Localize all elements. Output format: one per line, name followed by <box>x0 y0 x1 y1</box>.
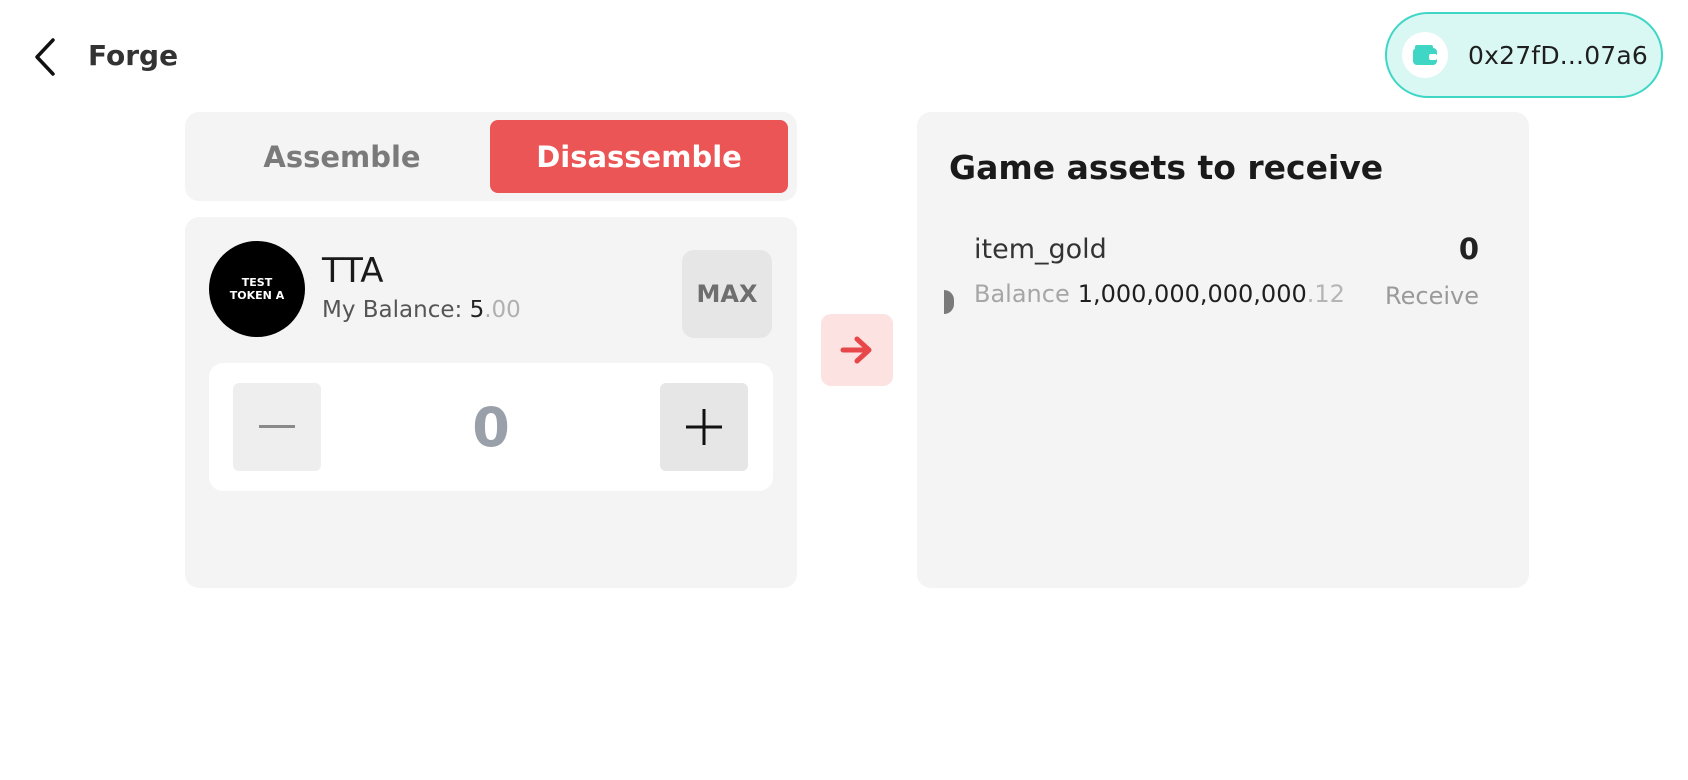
receive-panel: Game assets to receive item_gold 0 Balan… <box>917 112 1529 588</box>
asset-balance: Balance 1,000,000,000,000.12 <box>974 280 1345 308</box>
arrow-right-icon <box>840 336 872 364</box>
token-symbol: TTA <box>322 251 384 291</box>
page-title: Forge <box>88 39 179 72</box>
token-card: TEST TOKEN A TTA My Balance: 5.00 MAX 0 <box>185 217 797 588</box>
max-button[interactable]: MAX <box>682 250 772 338</box>
token-balance-dec: .00 <box>484 297 521 323</box>
asset-balance-label: Balance <box>974 280 1070 308</box>
token-balance-int: 5 <box>469 297 485 323</box>
token-balance-label: My Balance: <box>322 297 470 323</box>
asset-balance-int: 1,000,000,000,000 <box>1077 280 1307 308</box>
receive-title: Game assets to receive <box>949 148 1384 187</box>
decrement-button[interactable] <box>233 383 321 471</box>
asset-balance-dec: .12 <box>1306 280 1345 308</box>
plus-icon <box>686 409 722 445</box>
back-button[interactable] <box>30 36 60 78</box>
tab-disassemble[interactable]: Disassemble <box>490 120 788 193</box>
direction-arrow <box>821 314 893 386</box>
wallet-button[interactable]: 0x27fD...07a6 <box>1385 12 1663 98</box>
wallet-icon <box>1402 32 1448 78</box>
increment-button[interactable] <box>660 383 748 471</box>
mode-tabs: Assemble Disassemble <box>185 112 797 201</box>
token-logo-line1: TEST <box>241 276 273 289</box>
chevron-left-icon <box>35 38 55 76</box>
quantity-stepper: 0 <box>209 363 773 491</box>
token-logo: TEST TOKEN A <box>209 241 305 337</box>
quantity-value[interactable]: 0 <box>349 383 633 471</box>
token-logo-line2: TOKEN A <box>229 289 285 302</box>
receive-button[interactable]: Receive <box>1385 282 1479 310</box>
wallet-address: 0x27fD...07a6 <box>1468 40 1649 70</box>
asset-name: item_gold <box>974 234 1107 265</box>
forge-page: Forge 0x27fD...07a6 Assemble Disassemble… <box>0 0 1688 780</box>
asset-amount: 0 <box>1458 232 1479 266</box>
asset-icon <box>944 290 954 314</box>
minus-icon <box>259 425 295 428</box>
tab-assemble[interactable]: Assemble <box>193 120 491 193</box>
token-balance: My Balance: 5.00 <box>322 297 521 323</box>
